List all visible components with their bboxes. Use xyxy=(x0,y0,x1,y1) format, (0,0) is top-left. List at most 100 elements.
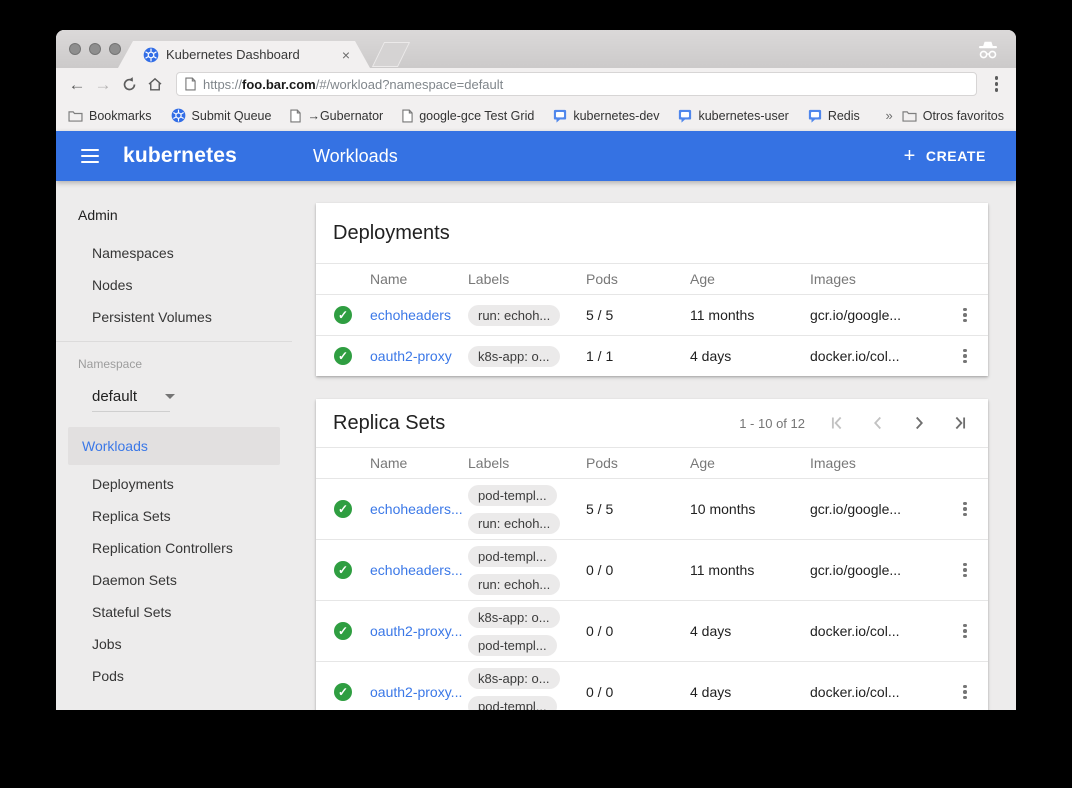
row-menu-button[interactable] xyxy=(959,345,971,368)
column-name: Name xyxy=(370,271,468,287)
sidebar-item-replica-sets[interactable]: Replica Sets xyxy=(56,500,292,532)
bookmark-item[interactable]: Submit Queue xyxy=(171,108,272,123)
row-menu-button[interactable] xyxy=(959,304,971,327)
label-chip: run: echoh... xyxy=(468,305,560,326)
resource-name-link[interactable]: echoheaders... xyxy=(370,562,468,578)
browser-toolbar: ← → https://foo.bar.com/#/workload?names… xyxy=(56,68,1016,100)
reload-button[interactable] xyxy=(116,76,142,93)
bookmark-label: Redis xyxy=(828,109,860,123)
sidebar-item-nodes[interactable]: Nodes xyxy=(56,269,292,301)
chat-icon xyxy=(808,109,822,123)
kubernetes-icon xyxy=(171,108,186,123)
window-controls xyxy=(69,43,121,55)
status-ok-icon: ✓ xyxy=(334,622,352,640)
namespace-value: default xyxy=(92,388,137,405)
images-cell: gcr.io/google... xyxy=(810,501,942,517)
bookmark-item[interactable]: kubernetes-dev xyxy=(553,109,659,123)
app-header: kubernetes Workloads + CREATE xyxy=(56,131,1016,181)
next-page-button[interactable] xyxy=(908,412,930,434)
row-menu-button[interactable] xyxy=(959,620,971,643)
previous-page-button[interactable] xyxy=(867,412,889,434)
sidebar-item-pods[interactable]: Pods xyxy=(56,660,292,692)
label-chip: pod-templ... xyxy=(468,546,557,567)
column-name: Name xyxy=(370,455,468,471)
resource-name-link[interactable]: oauth2-proxy xyxy=(370,348,468,364)
resource-name-link[interactable]: oauth2-proxy... xyxy=(370,623,468,639)
bookmark-item[interactable]: →Gubernator xyxy=(290,109,383,123)
url-scheme: https:// xyxy=(203,77,242,92)
forward-button: → xyxy=(90,76,116,93)
url-path: /#/workload?namespace=default xyxy=(316,77,504,92)
sidebar-item-deployments[interactable]: Deployments xyxy=(56,468,292,500)
bookmark-label: Bookmarks xyxy=(89,109,152,123)
pods-cell: 0 / 0 xyxy=(586,623,690,639)
resource-name-link[interactable]: oauth2-proxy... xyxy=(370,684,468,700)
bookmark-item[interactable]: Redis xyxy=(808,109,860,123)
bookmark-item[interactable]: google-gce Test Grid xyxy=(402,109,534,123)
row-menu-button[interactable] xyxy=(959,559,971,582)
address-bar[interactable]: https://foo.bar.com/#/workload?namespace… xyxy=(176,72,977,96)
deployments-title: Deployments xyxy=(333,222,971,245)
bookmark-item[interactable]: kubernetes-user xyxy=(678,109,788,123)
status-ok-icon: ✓ xyxy=(334,306,352,324)
replica-sets-card-header: Replica Sets 1 - 10 of 12 xyxy=(316,399,988,447)
sidebar: Admin NamespacesNodesPersistent Volumes … xyxy=(56,181,292,710)
page-security-icon[interactable] xyxy=(185,77,196,91)
browser-tab[interactable]: Kubernetes Dashboard × xyxy=(118,41,370,68)
zoom-window-button[interactable] xyxy=(109,43,121,55)
page-title: Workloads xyxy=(313,146,398,167)
label-chip: k8s-app: o... xyxy=(468,607,560,628)
bookmarks-overflow-chevron[interactable]: » xyxy=(885,108,891,123)
minimize-window-button[interactable] xyxy=(89,43,101,55)
last-page-button[interactable] xyxy=(949,412,971,434)
sidebar-item-jobs[interactable]: Jobs xyxy=(56,628,292,660)
replica-sets-card: Replica Sets 1 - 10 of 12 xyxy=(316,399,988,710)
folder-icon xyxy=(902,110,917,122)
other-bookmarks-folder[interactable]: Otros favoritos xyxy=(902,109,1004,123)
label-chip: pod-templ... xyxy=(468,485,557,506)
pagination-range: 1 - 10 of 12 xyxy=(739,416,805,431)
home-button[interactable] xyxy=(142,76,168,93)
sidebar-item-stateful-sets[interactable]: Stateful Sets xyxy=(56,596,292,628)
create-button[interactable]: + CREATE xyxy=(904,146,986,166)
browser-window: Kubernetes Dashboard × ← → https://fo xyxy=(56,30,1016,710)
bookmarks-list: Bookmarks Submit Queue →Gubernator googl… xyxy=(68,108,879,123)
sidebar-item-daemon-sets[interactable]: Daemon Sets xyxy=(56,564,292,596)
chat-icon xyxy=(678,109,692,123)
column-images: Images xyxy=(810,271,942,287)
app-body: Admin NamespacesNodesPersistent Volumes … xyxy=(56,181,1016,710)
namespace-select[interactable]: default xyxy=(92,381,170,412)
kubernetes-logo[interactable]: kubernetes xyxy=(123,144,237,168)
first-page-button[interactable] xyxy=(826,412,848,434)
resource-name-link[interactable]: echoheaders... xyxy=(370,501,468,517)
bookmark-label: google-gce Test Grid xyxy=(419,109,534,123)
bookmark-label: Submit Queue xyxy=(192,109,272,123)
table-row: ✓ echoheaders run: echoh... 5 / 5 11 mon… xyxy=(316,295,988,335)
resource-name-link[interactable]: echoheaders xyxy=(370,307,468,323)
sidebar-item-workloads[interactable]: Workloads xyxy=(68,427,280,465)
sidebar-item-persistent-volumes[interactable]: Persistent Volumes xyxy=(56,301,292,333)
table-row: ✓ echoheaders... pod-templ...run: echoh.… xyxy=(316,479,988,539)
sidebar-item-replication-controllers[interactable]: Replication Controllers xyxy=(56,532,292,564)
back-button[interactable]: ← xyxy=(64,76,90,93)
status-ok-icon: ✓ xyxy=(334,683,352,701)
status-ok-icon: ✓ xyxy=(334,561,352,579)
age-cell: 10 months xyxy=(690,501,810,517)
page-icon xyxy=(290,109,301,123)
hamburger-menu-icon[interactable] xyxy=(81,149,99,163)
new-tab-button[interactable] xyxy=(372,42,410,67)
replica-sets-rows: ✓ echoheaders... pod-templ...run: echoh.… xyxy=(316,479,988,710)
folder-icon xyxy=(68,110,83,122)
row-menu-button[interactable] xyxy=(959,498,971,521)
url-host: foo.bar.com xyxy=(242,77,316,92)
browser-menu-button[interactable] xyxy=(985,72,1009,96)
tab-close-icon[interactable]: × xyxy=(342,48,350,62)
tab-title: Kubernetes Dashboard xyxy=(166,47,335,62)
chat-icon xyxy=(553,109,567,123)
sidebar-item-namespaces[interactable]: Namespaces xyxy=(56,237,292,269)
sidebar-item-admin[interactable]: Admin xyxy=(56,181,292,225)
age-cell: 4 days xyxy=(690,348,810,364)
bookmark-item[interactable]: Bookmarks xyxy=(68,109,152,123)
close-window-button[interactable] xyxy=(69,43,81,55)
row-menu-button[interactable] xyxy=(959,681,971,704)
